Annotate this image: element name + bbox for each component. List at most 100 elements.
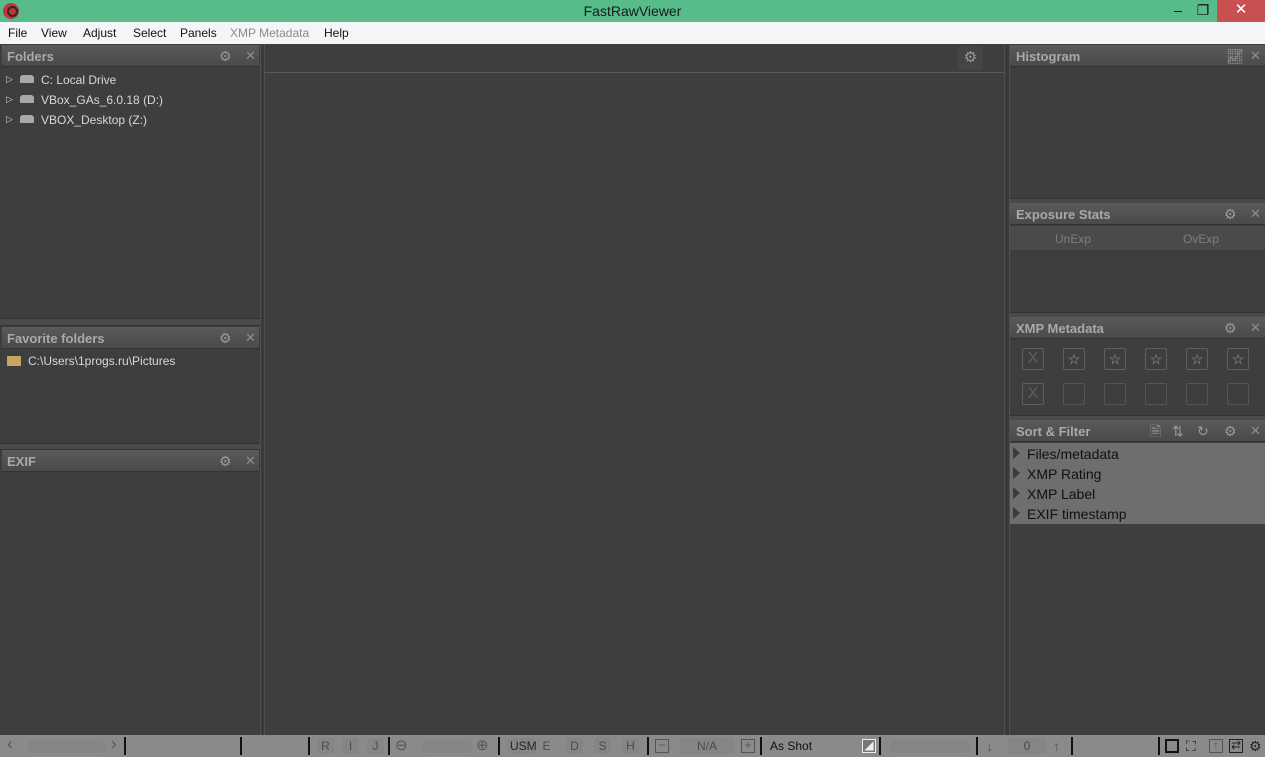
sort-filter-close-icon[interactable]: ✕ xyxy=(1250,423,1261,439)
star-rating-2-button[interactable]: ☆ xyxy=(1104,348,1126,370)
raw-mode-r-button[interactable]: R xyxy=(317,738,334,754)
histogram-close-icon[interactable]: ✕ xyxy=(1250,48,1261,64)
rotate-up-icon[interactable]: ↑ xyxy=(1053,737,1060,755)
expand-arrow-icon xyxy=(1013,507,1020,519)
rotate-down-icon[interactable]: ↓ xyxy=(986,737,993,755)
clear-label-button[interactable]: X xyxy=(1022,383,1044,405)
window-title: FastRawViewer xyxy=(583,3,682,19)
color-label-5-button[interactable] xyxy=(1227,383,1249,405)
color-label-2-button[interactable] xyxy=(1104,383,1126,405)
sort-filter-item[interactable]: Files/metadata xyxy=(1010,444,1265,464)
xmp-panel-header: XMP Metadata ⚙ ✕ xyxy=(1010,317,1265,339)
star-rating-1-button[interactable]: ☆ xyxy=(1063,348,1085,370)
refresh-icon[interactable]: ↻ xyxy=(1197,423,1209,439)
drive-icon xyxy=(20,115,34,123)
exif-close-icon[interactable]: ✕ xyxy=(245,453,256,469)
edge-button[interactable]: E xyxy=(538,738,555,754)
favorites-panel-title: Favorite folders xyxy=(7,331,105,346)
unexp-column-header: UnExp xyxy=(1055,232,1092,246)
xmp-close-icon[interactable]: ✕ xyxy=(1250,320,1261,336)
expand-arrow-icon[interactable]: ▷ xyxy=(6,94,13,105)
histogram-panel-title: Histogram xyxy=(1016,49,1081,64)
ovexp-column-header: OvExp xyxy=(1183,232,1220,246)
reject-rating-button[interactable]: X xyxy=(1022,348,1044,370)
zoom-in-icon[interactable]: ⊕ xyxy=(476,737,489,755)
exif-settings-icon[interactable]: ⚙ xyxy=(219,453,232,469)
separator xyxy=(240,737,242,755)
raw-mode-j-button[interactable]: J xyxy=(367,738,384,754)
expand-arrow-icon[interactable]: ▷ xyxy=(6,74,13,85)
preset-field[interactable] xyxy=(889,740,971,753)
exposure-columns: UnExp OvExp xyxy=(1010,226,1265,250)
sort-filter-settings-icon[interactable]: ⚙ xyxy=(1224,423,1237,439)
sort-filter-item[interactable]: XMP Label xyxy=(1010,484,1265,504)
image-viewer[interactable] xyxy=(265,74,1004,733)
viewer-settings-button[interactable]: ⚙ xyxy=(958,46,983,70)
file-position-slider[interactable] xyxy=(28,740,106,753)
color-label-3-button[interactable] xyxy=(1145,383,1167,405)
separator xyxy=(388,737,390,755)
prev-arrow-icon[interactable]: ‹ xyxy=(7,735,13,753)
compare-icon[interactable]: ⇄ xyxy=(1229,739,1243,753)
usm-button[interactable]: USM xyxy=(507,738,537,754)
folders-tree: ▷ C: Local Drive ▷ VBox_GAs_6.0.18 (D:) … xyxy=(2,68,259,318)
folder-tree-item[interactable]: ▷ VBOX_Desktop (Z:) xyxy=(2,111,259,131)
single-view-icon[interactable] xyxy=(1165,739,1179,753)
folder-tree-item[interactable]: ▷ VBox_GAs_6.0.18 (D:) xyxy=(2,91,259,111)
histogram-chart-icon[interactable]: 📈︎ xyxy=(1226,48,1244,64)
folders-close-icon[interactable]: ✕ xyxy=(245,48,256,64)
menu-view[interactable]: View xyxy=(41,26,67,40)
folder-tree-item[interactable]: ▷ C: Local Drive xyxy=(2,71,259,91)
exposure-minus-button[interactable]: − xyxy=(655,739,669,753)
exposure-plus-button[interactable]: + xyxy=(741,739,755,753)
sort-filter-label: XMP Rating xyxy=(1027,466,1102,482)
expand-arrow-icon xyxy=(1013,447,1020,459)
favorites-splitter[interactable] xyxy=(0,443,260,450)
exposure-close-icon[interactable]: ✕ xyxy=(1250,206,1261,222)
search-file-icon[interactable]: 🗎︎ xyxy=(1150,423,1161,439)
star-rating-3-button[interactable]: ☆ xyxy=(1145,348,1167,370)
xmp-settings-icon[interactable]: ⚙ xyxy=(1224,320,1237,336)
white-balance-dropdown-icon[interactable]: ◢ xyxy=(862,739,876,753)
menu-file[interactable]: File xyxy=(8,26,27,40)
sort-filter-item[interactable]: EXIF timestamp xyxy=(1010,504,1265,524)
zoom-level-field[interactable] xyxy=(421,740,473,753)
color-label-4-button[interactable] xyxy=(1186,383,1208,405)
title-bar: FastRawViewer – ❐ ✕ xyxy=(0,0,1265,22)
settings-gear-icon[interactable]: ⚙ xyxy=(1249,737,1262,755)
folders-settings-icon[interactable]: ⚙ xyxy=(219,48,232,64)
zoom-out-icon[interactable]: ⊖ xyxy=(395,737,408,755)
raw-mode-i-button[interactable]: I xyxy=(342,738,359,754)
close-button[interactable]: ✕ xyxy=(1217,0,1265,22)
menu-panels[interactable]: Panels xyxy=(180,26,217,40)
fullscreen-icon[interactable]: ⛶ xyxy=(1186,737,1196,755)
menu-help[interactable]: Help xyxy=(324,26,349,40)
shadows-button[interactable]: S xyxy=(594,738,611,754)
menu-adjust[interactable]: Adjust xyxy=(83,26,116,40)
folder-tree-label: C: Local Drive xyxy=(41,73,117,87)
menu-select[interactable]: Select xyxy=(133,26,166,40)
white-balance-select[interactable]: As Shot xyxy=(770,739,812,753)
expand-arrow-icon[interactable]: ▷ xyxy=(6,114,13,125)
exposure-settings-icon[interactable]: ⚙ xyxy=(1224,206,1237,222)
sort-filter-item[interactable]: XMP Rating xyxy=(1010,464,1265,484)
star-rating-4-button[interactable]: ☆ xyxy=(1186,348,1208,370)
sort-filter-panel-header: Sort & Filter 🗎︎ ⇅ ↻ ⚙ ✕ xyxy=(1010,420,1265,442)
folders-splitter[interactable] xyxy=(0,318,260,326)
next-arrow-icon[interactable]: › xyxy=(111,735,117,753)
drive-icon xyxy=(20,95,34,103)
menu-xmp-metadata[interactable]: XMP Metadata xyxy=(230,26,309,40)
sort-filter-empty xyxy=(1010,524,1265,733)
restore-button[interactable]: ❐ xyxy=(1188,0,1218,22)
export-icon[interactable]: ↑ xyxy=(1209,739,1223,753)
favorites-close-icon[interactable]: ✕ xyxy=(245,330,256,346)
sort-filter-label: Files/metadata xyxy=(1027,446,1119,462)
histogram-body xyxy=(1010,68,1265,198)
highlights-button[interactable]: H xyxy=(622,738,639,754)
denoise-button[interactable]: D xyxy=(566,738,583,754)
color-label-1-button[interactable] xyxy=(1063,383,1085,405)
sort-order-icon[interactable]: ⇅ xyxy=(1172,423,1184,439)
star-rating-5-button[interactable]: ☆ xyxy=(1227,348,1249,370)
sort-filter-label: EXIF timestamp xyxy=(1027,506,1127,522)
favorites-settings-icon[interactable]: ⚙ xyxy=(219,330,232,346)
